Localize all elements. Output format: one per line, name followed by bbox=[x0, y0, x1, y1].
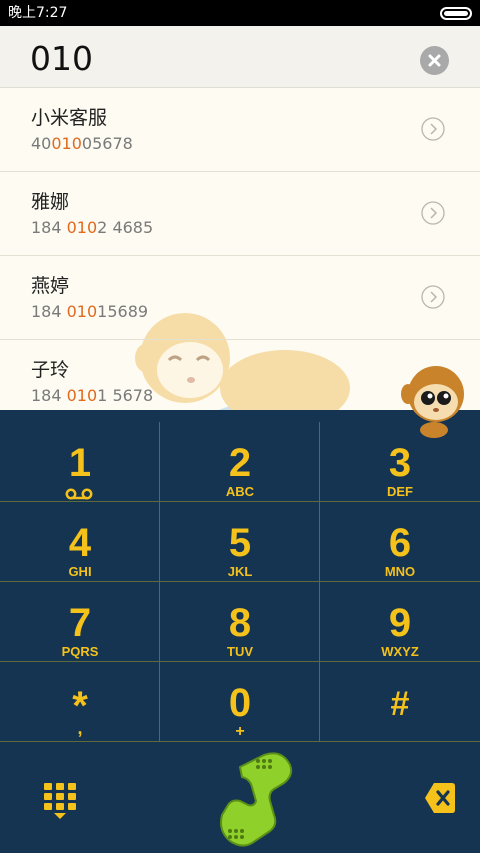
key-digit: # bbox=[390, 685, 410, 723]
key-letters: ABC bbox=[225, 484, 255, 499]
key-digit: 4 bbox=[68, 521, 92, 565]
status-bar: 晚上7:27 bbox=[0, 0, 480, 26]
key-digit: 3 bbox=[388, 441, 412, 485]
key-0[interactable]: 0 + bbox=[160, 662, 320, 742]
key-digit: 9 bbox=[388, 601, 412, 645]
key-5[interactable]: 5 JKL bbox=[160, 502, 320, 582]
key-letters: GHI bbox=[68, 564, 92, 579]
key-digit: 6 bbox=[388, 521, 412, 565]
contact-number: 4001005678 bbox=[31, 134, 133, 153]
contact-number: 184 0102 4685 bbox=[31, 218, 154, 237]
search-bar[interactable]: 010 bbox=[0, 26, 480, 88]
key-letters: WXYZ bbox=[381, 644, 419, 659]
key-digit: 5 bbox=[228, 521, 252, 565]
contact-row[interactable]: 小米客服 4001005678 bbox=[0, 88, 480, 172]
key-digit: 0 bbox=[228, 681, 252, 725]
contact-name: 子玲 bbox=[31, 359, 70, 381]
key-letters: PQRS bbox=[61, 644, 99, 659]
dialer-actions bbox=[0, 745, 480, 853]
keypad-icon[interactable] bbox=[42, 781, 78, 821]
contact-name: 燕婷 bbox=[31, 275, 70, 297]
clear-icon bbox=[428, 54, 441, 67]
key-digit: 2 bbox=[228, 441, 252, 485]
contact-row[interactable]: 燕婷 184 01015689 bbox=[0, 256, 480, 340]
backspace-icon[interactable] bbox=[424, 781, 456, 815]
key-hash[interactable]: # bbox=[320, 662, 480, 742]
contact-row[interactable]: 雅娜 184 0102 4685 bbox=[0, 172, 480, 256]
key-letters: JKL bbox=[227, 564, 253, 579]
monkey-mascot bbox=[401, 366, 464, 438]
phone-handset-icon bbox=[220, 752, 293, 847]
battery-level bbox=[444, 11, 468, 16]
key-digit: 7 bbox=[68, 601, 92, 645]
key-9[interactable]: 9 WXYZ bbox=[320, 582, 480, 662]
key-7[interactable]: 7 PQRS bbox=[0, 582, 160, 662]
key-8[interactable]: 8 TUV bbox=[160, 582, 320, 662]
key-letters: DEF bbox=[387, 484, 413, 499]
dialed-number[interactable]: 010 bbox=[30, 40, 93, 78]
contact-name: 小米客服 bbox=[31, 107, 108, 129]
contact-name: 雅娜 bbox=[31, 191, 70, 213]
voicemail-icon bbox=[65, 488, 93, 500]
key-4[interactable]: 4 GHI bbox=[0, 502, 160, 582]
key-6[interactable]: 6 MNO bbox=[320, 502, 480, 582]
clear-button[interactable] bbox=[420, 46, 449, 75]
key-letters: , bbox=[77, 718, 83, 738]
key-2[interactable]: 2 ABC bbox=[160, 422, 320, 502]
chevron-right-icon[interactable] bbox=[421, 285, 445, 309]
key-1[interactable]: 1 bbox=[0, 422, 160, 502]
key-digit: 8 bbox=[228, 601, 252, 645]
dialpad: 1 2 ABC 3 DEF 4 GHI 5 JKL 6 MNO 7 PQRS 8… bbox=[0, 366, 480, 853]
key-digit: 1 bbox=[68, 441, 92, 485]
key-letters: MNO bbox=[384, 564, 416, 579]
key-letters: + bbox=[235, 723, 245, 740]
key-star[interactable]: * , bbox=[0, 662, 160, 742]
contact-number: 184 01015689 bbox=[31, 302, 149, 321]
chevron-right-icon[interactable] bbox=[421, 117, 445, 141]
chevron-right-icon[interactable] bbox=[421, 201, 445, 225]
status-time: 晚上7:27 bbox=[8, 5, 68, 21]
key-letters: TUV bbox=[227, 644, 253, 659]
call-button[interactable] bbox=[208, 745, 304, 853]
contact-number: 184 0101 5678 bbox=[31, 386, 154, 405]
battery-icon bbox=[440, 7, 472, 20]
